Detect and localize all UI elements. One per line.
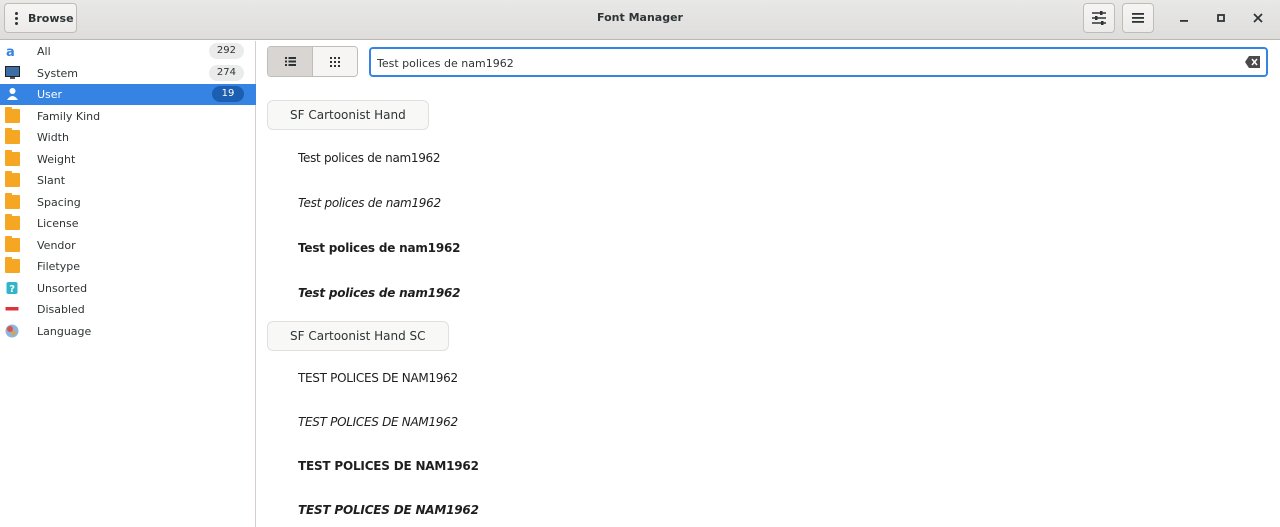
count-badge: 274 xyxy=(208,64,244,81)
font-sample-regular[interactable]: Test polices de nam1962 xyxy=(298,151,441,165)
all-fonts-icon: a xyxy=(6,45,15,58)
sidebar-item-language[interactable]: Language xyxy=(0,321,256,342)
maximize-icon xyxy=(1217,14,1225,22)
folder-icon xyxy=(5,214,20,230)
sidebar-item-label: Slant xyxy=(37,174,66,187)
font-sample-bold[interactable]: Test polices de nam1962 xyxy=(298,241,460,255)
sidebar-item-label: All xyxy=(37,45,51,58)
minimize-button[interactable] xyxy=(1172,6,1196,30)
sidebar-item-vendor[interactable]: Vendor xyxy=(0,235,256,256)
grid-view-icon xyxy=(330,56,340,67)
sidebar-item-license[interactable]: License xyxy=(0,213,256,234)
sidebar-item-system[interactable]: System 274 xyxy=(0,63,256,84)
count-badge: 19 xyxy=(212,86,244,102)
folder-icon xyxy=(5,106,20,123)
monitor-icon xyxy=(5,65,20,79)
font-sample-bold-italic[interactable]: Test polices de nam1962 xyxy=(298,286,461,300)
close-icon xyxy=(1253,13,1263,23)
sidebar-item-label: Disabled xyxy=(37,303,85,316)
view-mode-switcher xyxy=(267,46,358,77)
sidebar-item-family-kind[interactable]: Family Kind xyxy=(0,106,256,127)
sidebar-item-label: Filetype xyxy=(37,260,80,273)
list-view-button[interactable] xyxy=(268,47,313,76)
language-icon xyxy=(5,324,19,337)
font-sample-regular[interactable]: TEST POLICES DE NAM1962 xyxy=(298,371,458,385)
sidebar-item-weight[interactable]: Weight xyxy=(0,149,256,170)
sidebar-item-label: Vendor xyxy=(37,238,76,252)
sidebar-item-width[interactable]: Width xyxy=(0,127,256,148)
font-sample-italic[interactable]: Test polices de nam1962 xyxy=(298,196,441,210)
sidebar-item-user[interactable]: User 19 xyxy=(0,84,256,105)
font-family-header[interactable]: SF Cartoonist Hand SC xyxy=(267,321,449,351)
maximize-button[interactable] xyxy=(1209,6,1233,30)
sidebar-item-label: Weight xyxy=(37,152,76,166)
sidebar-item-unsorted[interactable]: ? Unsorted xyxy=(0,278,256,299)
sidebar-item-label: Unsorted xyxy=(37,281,88,295)
folder-icon xyxy=(5,257,20,273)
folder-icon xyxy=(5,235,20,252)
minimize-icon xyxy=(1180,20,1188,22)
font-sample-bold-italic[interactable]: TEST POLICES DE NAM1962 xyxy=(298,503,479,517)
sidebar-item-all[interactable]: a All 292 xyxy=(0,41,256,62)
disabled-icon xyxy=(5,307,19,311)
sidebar-item-label: License xyxy=(37,217,79,230)
font-sample-italic[interactable]: TEST POLICES DE NAM1962 xyxy=(298,415,458,429)
preview-text-field xyxy=(369,47,1268,77)
sidebar-item-spacing[interactable]: Spacing xyxy=(0,192,256,213)
main-menu-button[interactable] xyxy=(1122,3,1154,33)
header-bar: Browse Font Manager xyxy=(0,0,1280,40)
vertical-dots-icon xyxy=(15,11,19,25)
close-button[interactable] xyxy=(1246,6,1270,30)
browse-label: Browse xyxy=(28,11,74,25)
font-family-header[interactable]: SF Cartoonist Hand xyxy=(267,100,429,130)
sidebar-item-label: System xyxy=(37,66,79,80)
user-icon xyxy=(7,88,18,100)
clear-text-icon[interactable] xyxy=(1245,56,1260,68)
browse-button[interactable]: Browse xyxy=(4,3,77,33)
grid-view-button[interactable] xyxy=(313,47,357,76)
svg-text:a: a xyxy=(6,45,15,58)
sidebar-item-label: Language xyxy=(37,324,92,338)
folder-icon xyxy=(5,149,20,166)
sidebar-item-disabled[interactable]: Disabled xyxy=(0,299,256,320)
svg-text:?: ? xyxy=(9,284,15,295)
sliders-icon xyxy=(1092,11,1106,25)
sidebar-item-label: Width xyxy=(37,131,69,144)
sidebar-item-label: Spacing xyxy=(37,195,81,209)
list-view-icon xyxy=(284,57,296,66)
sidebar-item-filetype[interactable]: Filetype xyxy=(0,256,256,277)
preferences-button[interactable] xyxy=(1083,3,1115,33)
sidebar-item-slant[interactable]: Slant xyxy=(0,170,256,191)
sidebar: a All 292 System 274 User 19 Family Kind… xyxy=(0,41,256,527)
folder-icon xyxy=(5,171,20,187)
sidebar-item-label: User xyxy=(37,88,63,101)
unsorted-icon: ? xyxy=(6,281,18,295)
folder-icon xyxy=(5,128,20,144)
preview-text-input[interactable] xyxy=(377,52,1237,74)
folder-icon xyxy=(5,192,20,209)
hamburger-icon xyxy=(1132,13,1144,23)
count-badge: 292 xyxy=(208,43,244,59)
sidebar-item-label: Family Kind xyxy=(37,109,101,123)
font-sample-bold[interactable]: TEST POLICES DE NAM1962 xyxy=(298,459,479,473)
